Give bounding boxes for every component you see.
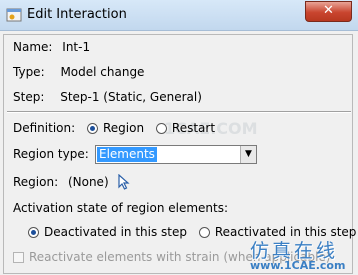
- app-icon: [6, 8, 22, 22]
- checkbox-icon: [13, 252, 24, 263]
- title-bar: Edit Interaction ✕: [0, 0, 358, 31]
- region-type-select[interactable]: Elements ▼: [95, 145, 257, 164]
- type-value: Model change: [60, 65, 145, 79]
- definition-region-radio[interactable]: Region: [86, 121, 148, 135]
- chevron-down-icon[interactable]: ▼: [240, 146, 256, 163]
- window-title: Edit Interaction: [27, 7, 127, 22]
- definition-row: Definition: Region Restart: [13, 121, 215, 135]
- region-type-value: Elements: [97, 147, 157, 162]
- radio-unchecked-icon: [198, 227, 210, 238]
- close-button[interactable]: ✕: [305, 1, 352, 22]
- step-row: Step: Step-1 (Static, General): [13, 90, 202, 104]
- radio-unchecked-icon: [155, 123, 167, 134]
- step-label: Step:: [13, 90, 45, 104]
- region-label: Region:: [13, 175, 59, 189]
- name-value: Int-1: [62, 40, 91, 54]
- definition-restart-radio[interactable]: Restart: [155, 121, 215, 135]
- definition-label: Definition:: [13, 121, 76, 135]
- region-type-label: Region type:: [13, 147, 89, 161]
- watermark-url: www.1CAE.com: [250, 259, 346, 272]
- type-label: Type:: [13, 65, 45, 79]
- region-value: (None): [67, 175, 109, 189]
- name-label: Name:: [13, 40, 53, 54]
- region-row: Region: (None): [13, 175, 109, 189]
- divider: [7, 111, 351, 113]
- region-type-row: Region type: Elements ▼: [13, 145, 263, 164]
- activation-heading: Activation state of region elements:: [13, 201, 229, 215]
- type-row: Type: Model change: [13, 65, 144, 79]
- radio-checked-icon: [86, 123, 98, 134]
- step-value: Step-1 (Static, General): [60, 90, 202, 104]
- close-icon: ✕: [323, 3, 334, 18]
- pick-arrow-icon[interactable]: [118, 174, 130, 190]
- name-row: Name: Int-1: [13, 40, 90, 54]
- radio-checked-icon: [28, 227, 39, 238]
- deactivated-radio[interactable]: Deactivated in this step: [28, 225, 191, 239]
